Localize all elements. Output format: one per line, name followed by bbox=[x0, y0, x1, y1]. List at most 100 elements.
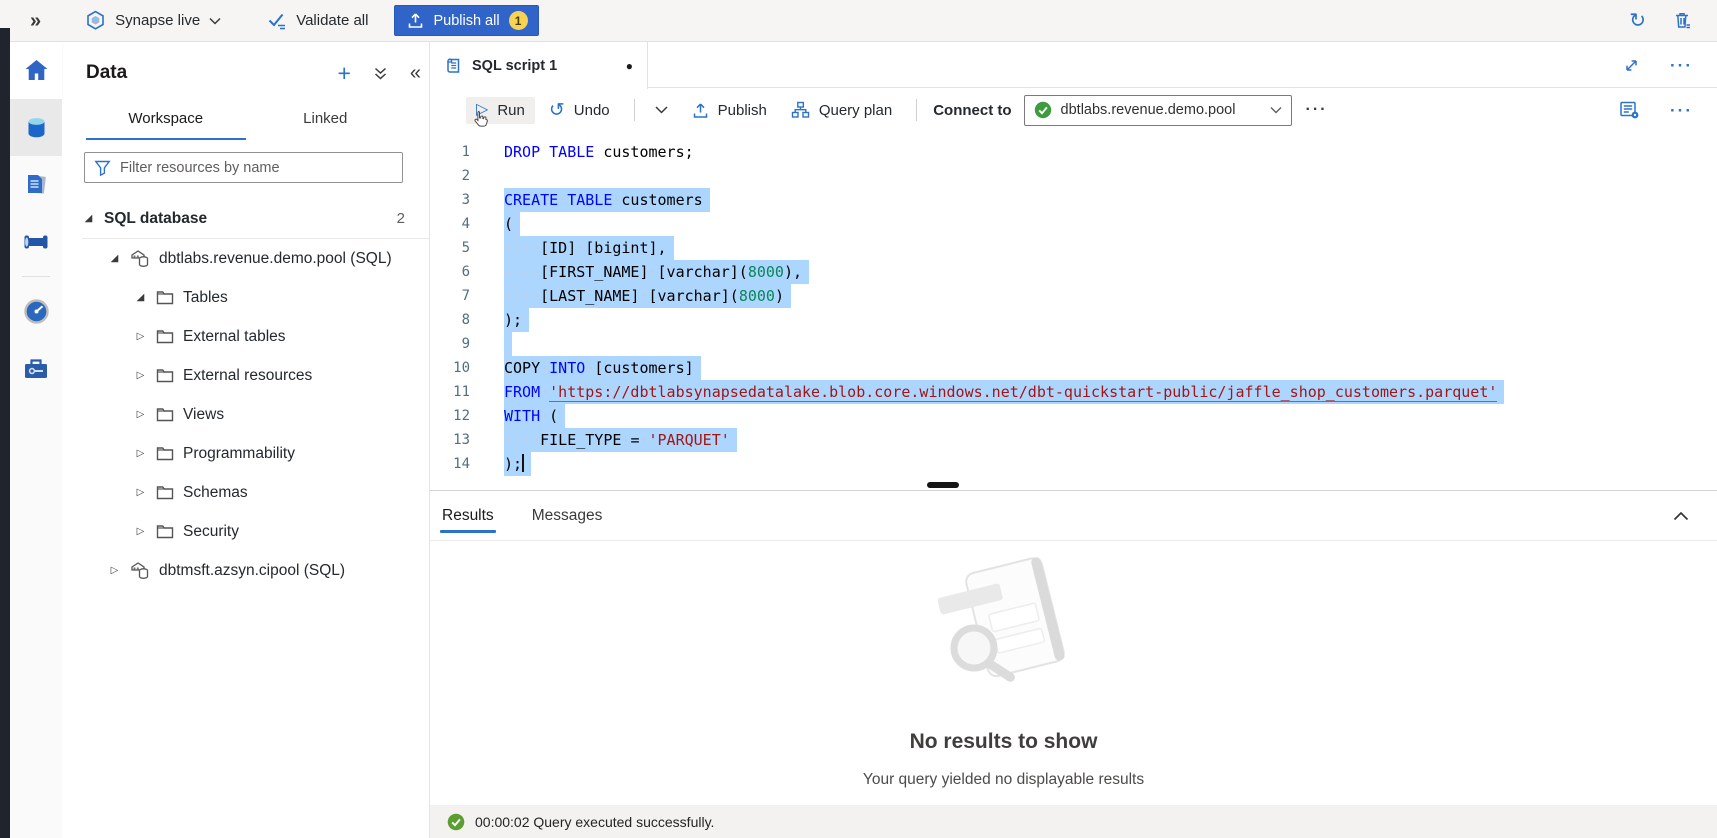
tree-item-tables[interactable]: ◢Tables bbox=[62, 278, 429, 317]
line-number[interactable]: 8 bbox=[430, 308, 470, 332]
code-line-text: FROM·'https://dbtlabsynapsedatalake.blob… bbox=[470, 380, 1504, 404]
line-number[interactable]: 13 bbox=[430, 428, 470, 452]
code-token: ···· bbox=[504, 263, 540, 281]
nav-integrate-button[interactable] bbox=[10, 213, 62, 270]
tab-messages[interactable]: Messages bbox=[532, 491, 603, 541]
nav-develop-button[interactable] bbox=[10, 156, 62, 213]
code-line[interactable]: 2 bbox=[430, 164, 1717, 188]
twisty-collapsed-icon[interactable]: ▷ bbox=[108, 565, 121, 576]
code-line[interactable]: 3CREATE·TABLE·customers bbox=[430, 188, 1717, 212]
line-number[interactable]: 6 bbox=[430, 260, 470, 284]
line-number[interactable]: 3 bbox=[430, 188, 470, 212]
twisty-collapsed-icon[interactable]: ▷ bbox=[134, 409, 147, 420]
unsaved-dot-icon: ● bbox=[626, 59, 633, 73]
nav-monitor-button[interactable] bbox=[10, 283, 62, 340]
properties-icon[interactable] bbox=[1619, 100, 1640, 120]
code-token: customers bbox=[621, 191, 702, 209]
tree-item-dbtlabs-revenue-demo-pool-sql[interactable]: ◢dbtlabs.revenue.demo.pool (SQL) bbox=[62, 239, 429, 278]
filter-input[interactable]: Filter resources by name bbox=[84, 152, 403, 183]
code-line[interactable]: 8); bbox=[430, 308, 1717, 332]
code-editor[interactable]: 1DROP TABLE customers;23CREATE·TABLE·cus… bbox=[430, 131, 1717, 490]
line-number[interactable]: 9 bbox=[430, 332, 470, 356]
discard-trash-icon[interactable] bbox=[1672, 10, 1693, 31]
collapse-results-chevron-up-icon[interactable] bbox=[1673, 511, 1689, 521]
run-label: Run bbox=[497, 102, 525, 119]
code-line[interactable]: 14); bbox=[430, 452, 1717, 476]
twisty-collapsed-icon[interactable]: ▷ bbox=[134, 487, 147, 498]
code-line[interactable]: 9 bbox=[430, 332, 1717, 356]
collapse-all-icon[interactable] bbox=[373, 66, 388, 81]
tree-item-security[interactable]: ▷ Security bbox=[62, 512, 429, 551]
tree-item-dbtmsft-azsyn-cipool-sql[interactable]: ▷dbtmsft.azsyn.cipool (SQL) bbox=[62, 551, 429, 590]
nav-home-button[interactable] bbox=[10, 42, 62, 99]
code-line[interactable]: 7 ····[LAST_NAME]·[varchar](8000) bbox=[430, 284, 1717, 308]
tree-item-label: Security bbox=[183, 523, 239, 541]
nav-manage-button[interactable] bbox=[10, 340, 62, 397]
tree-item-views[interactable]: ▷Views bbox=[62, 395, 429, 434]
code-line-text bbox=[470, 164, 504, 188]
toolbar-more-icon[interactable]: ··· bbox=[1306, 102, 1328, 118]
twisty-expanded-icon[interactable]: ◢ bbox=[82, 213, 95, 224]
refresh-icon[interactable]: ↻ bbox=[1629, 11, 1646, 31]
selection-highlight: ····[LAST_NAME]·[varchar](8000) bbox=[504, 284, 791, 308]
nav-rail bbox=[10, 42, 62, 838]
line-number[interactable]: 2 bbox=[430, 164, 470, 188]
line-number[interactable]: 5 bbox=[430, 236, 470, 260]
undo-button[interactable]: ↺ Undo bbox=[539, 96, 620, 125]
code-token: ···· bbox=[504, 431, 540, 449]
line-number[interactable]: 4 bbox=[430, 212, 470, 236]
editor-more-icon[interactable]: ··· bbox=[1670, 102, 1693, 119]
code-line[interactable]: 5····[ID]·[bigint], bbox=[430, 236, 1717, 260]
tab-sql-script-1[interactable]: SQL script 1 ● bbox=[430, 42, 648, 89]
tree-item-schemas[interactable]: ▷Schemas bbox=[62, 473, 429, 512]
publish-button[interactable]: Publish bbox=[682, 97, 777, 124]
selection-highlight: ····FILE_TYPE·=·'PARQUET' bbox=[504, 428, 737, 452]
chevron-down-icon bbox=[655, 106, 668, 114]
validate-all-button[interactable]: Validate all bbox=[267, 12, 368, 30]
line-number[interactable]: 11 bbox=[430, 380, 470, 404]
expand-sidebar-icon[interactable]: » bbox=[30, 11, 41, 31]
twisty-collapsed-icon[interactable]: ▷ bbox=[134, 331, 147, 342]
twisty-expanded-icon[interactable]: ◢ bbox=[108, 253, 121, 264]
tree-item-sql-database[interactable]: ◢SQL database2 bbox=[62, 199, 429, 238]
add-resource-icon[interactable]: + bbox=[337, 62, 350, 85]
line-number[interactable]: 10 bbox=[430, 356, 470, 380]
tree-item-external-resources[interactable]: ▷External resources bbox=[62, 356, 429, 395]
tab-workspace[interactable]: Workspace bbox=[86, 98, 246, 140]
code-token: 'PARQUET' bbox=[649, 431, 730, 449]
collapse-pane-icon[interactable]: « bbox=[410, 63, 421, 83]
undo-redo-dropdown-button[interactable] bbox=[645, 101, 678, 119]
editor-toolbar: ▷ Run ↺ Undo Publish bbox=[430, 89, 1717, 131]
pool-select-dropdown[interactable]: dbtlabs.revenue.demo.pool bbox=[1024, 95, 1292, 126]
line-number[interactable]: 14 bbox=[430, 452, 470, 476]
line-number[interactable]: 12 bbox=[430, 404, 470, 428]
code-line[interactable]: 6····[FIRST_NAME]·[varchar](8000), bbox=[430, 260, 1717, 284]
code-token: [customers] bbox=[594, 359, 693, 377]
code-line[interactable]: 13 ····FILE_TYPE·=·'PARQUET' bbox=[430, 428, 1717, 452]
twisty-collapsed-icon[interactable]: ▷ bbox=[134, 448, 147, 459]
line-number[interactable]: 1 bbox=[430, 140, 470, 164]
panel-title: Data bbox=[86, 62, 127, 84]
code-line[interactable]: 4( bbox=[430, 212, 1717, 236]
code-token: ); bbox=[504, 311, 522, 329]
tab-results[interactable]: Results bbox=[442, 491, 494, 541]
publish-all-button[interactable]: Publish all 1 bbox=[394, 5, 538, 36]
twisty-collapsed-icon[interactable]: ▷ bbox=[134, 370, 147, 381]
nav-data-button[interactable] bbox=[10, 99, 62, 156]
code-line[interactable]: 12WITH·( bbox=[430, 404, 1717, 428]
expand-editor-icon[interactable] bbox=[1623, 57, 1640, 74]
mode-switcher[interactable]: Synapse live bbox=[85, 10, 221, 31]
twisty-collapsed-icon[interactable]: ▷ bbox=[134, 526, 147, 537]
code-line[interactable]: 10COPY·INTO·[customers] bbox=[430, 356, 1717, 380]
code-line[interactable]: 11FROM·'https://dbtlabsynapsedatalake.bl… bbox=[430, 380, 1717, 404]
home-icon bbox=[23, 58, 50, 83]
code-line[interactable]: 1DROP TABLE customers; bbox=[430, 140, 1717, 164]
tab-linked[interactable]: Linked bbox=[246, 98, 406, 140]
query-plan-button[interactable]: Query plan bbox=[781, 96, 902, 124]
twisty-expanded-icon[interactable]: ◢ bbox=[134, 292, 147, 303]
line-number[interactable]: 7 bbox=[430, 284, 470, 308]
tab-more-icon[interactable]: ··· bbox=[1670, 57, 1693, 74]
panel-resize-grip[interactable] bbox=[927, 482, 959, 488]
tree-item-external-tables[interactable]: ▷External tables bbox=[62, 317, 429, 356]
tree-item-programmability[interactable]: ▷Programmability bbox=[62, 434, 429, 473]
